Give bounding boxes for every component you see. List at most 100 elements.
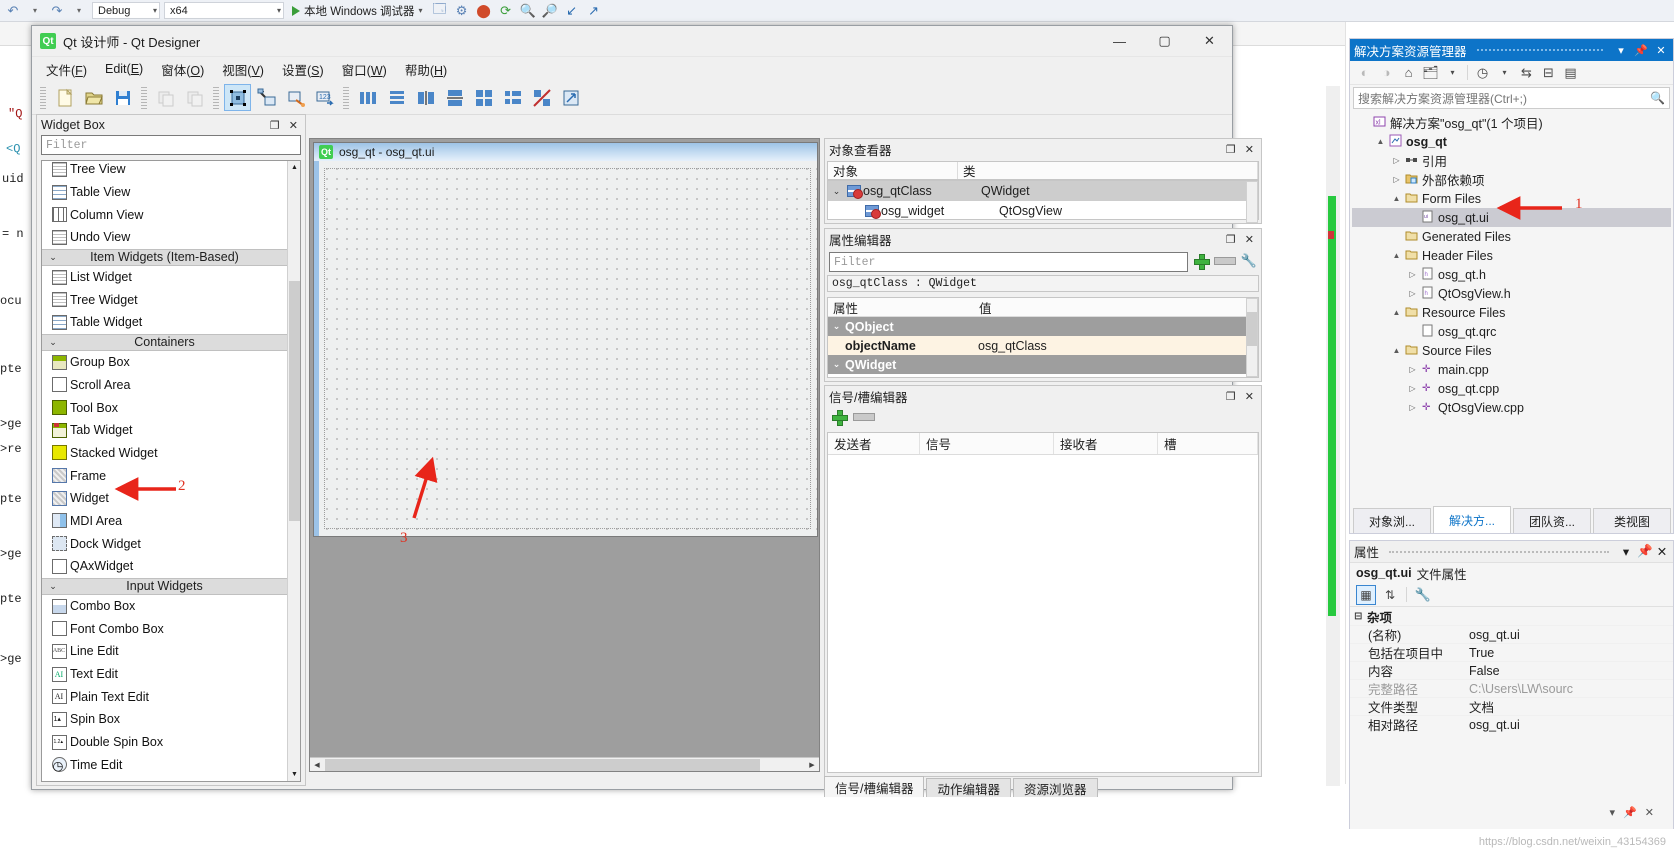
float-icon[interactable]: ❐	[1226, 390, 1236, 403]
platform-combo[interactable]: x64 ▾	[164, 2, 284, 19]
widget-item-undo-view[interactable]: Undo View	[42, 226, 287, 249]
solution-tree-node[interactable]: xl解决方案"osg_qt"(1 个项目)	[1352, 113, 1671, 132]
widget-item-tree-view[interactable]: Tree View	[42, 160, 287, 181]
close-button[interactable]: ✕	[1187, 26, 1232, 57]
chevron-down-icon[interactable]: ▾	[1495, 63, 1514, 82]
scroll-right-icon[interactable]: ▶	[805, 761, 819, 769]
vs-property-row[interactable]: 文件类型文档	[1350, 697, 1673, 715]
solution-tree[interactable]: xl解决方案"osg_qt"(1 个项目)▲osg_qt▷引用▷外部依赖项▲Fo…	[1352, 113, 1671, 503]
adjust-size-icon[interactable]	[557, 84, 584, 111]
object-inspector-row[interactable]: ⌄osg_qtClassQWidget	[828, 181, 1258, 201]
editor-overview-scrollbar[interactable]	[1326, 86, 1340, 786]
solution-tree-node[interactable]: ▷外部依赖项	[1352, 170, 1671, 189]
configure-icon[interactable]: 🔧	[1241, 253, 1257, 269]
close-icon[interactable]: ✕	[1645, 806, 1654, 819]
history-icon[interactable]: ◷	[1473, 63, 1492, 82]
undo-dropdown-icon[interactable]: ▾	[26, 2, 44, 20]
close-icon[interactable]: ✕	[289, 119, 298, 132]
forward-icon[interactable]: ◑	[1377, 63, 1396, 82]
copy-icon[interactable]	[181, 84, 208, 111]
column-header-value[interactable]: 值	[974, 298, 1258, 316]
solution-tree-node[interactable]: ▲Source Files	[1352, 341, 1671, 360]
vs-property-value[interactable]: C:\Users\LW\sourc	[1465, 682, 1673, 696]
scroll-down-icon[interactable]: ▼	[288, 768, 301, 781]
widget-item-column-view[interactable]: Column View	[42, 203, 287, 226]
solution-tab-对象浏...[interactable]: 对象浏...	[1353, 508, 1431, 533]
widget-item-combo-box[interactable]: Combo Box	[42, 595, 287, 618]
vs-property-row[interactable]: 完整路径C:\Users\LW\sourc	[1350, 679, 1673, 697]
properties-group-row[interactable]: ⊟ 杂项	[1350, 607, 1673, 625]
toolbar-grip[interactable]	[343, 87, 349, 109]
menu-设置[interactable]: 设置(S)	[274, 58, 332, 81]
signal-slot-table[interactable]: 发送者 信号 接收者 槽	[827, 432, 1259, 773]
form-design-area[interactable]: Qt osg_qt - osg_qt.ui ◀ ▶	[309, 138, 820, 772]
twisty-icon[interactable]: ▲	[1390, 308, 1403, 317]
column-header-object[interactable]: 对象	[828, 162, 958, 179]
solution-tree-node[interactable]: ▷✛osg_qt.cpp	[1352, 379, 1671, 398]
chevron-down-icon[interactable]: ▾	[1443, 63, 1462, 82]
property-filter-input[interactable]: Filter	[829, 252, 1188, 272]
edit-tab-order-icon[interactable]: 123	[311, 84, 338, 111]
add-property-icon[interactable]	[1193, 253, 1209, 269]
redo-icon[interactable]: ↷	[48, 2, 66, 20]
layout-grid-icon[interactable]	[470, 84, 497, 111]
column-header-receiver[interactable]: 接收者	[1054, 433, 1158, 454]
widget-item-tab-widget[interactable]: Tab Widget	[42, 419, 287, 442]
pin-icon[interactable]: 📌	[1623, 806, 1637, 819]
settings-icon[interactable]: ⚙	[453, 2, 471, 20]
categorized-icon[interactable]: ▦	[1356, 585, 1376, 605]
column-header-class[interactable]: 类	[958, 162, 1258, 179]
close-icon[interactable]: ✕	[1245, 143, 1254, 156]
edit-widgets-icon[interactable]	[224, 84, 251, 111]
close-icon[interactable]: ✕	[1655, 544, 1669, 559]
vs-property-value[interactable]: True	[1465, 646, 1673, 660]
close-icon[interactable]: ✕	[1245, 390, 1254, 403]
solution-tab-解决方...[interactable]: 解决方...	[1433, 506, 1511, 533]
widget-item-qaxwidget[interactable]: QAxWidget	[42, 555, 287, 578]
property-editor-grid[interactable]: 属性 值 ⌄QObjectobjectNameosg_qtClass⌄QWidg…	[827, 297, 1259, 378]
remove-property-icon[interactable]	[1214, 257, 1236, 265]
column-header-property[interactable]: 属性	[828, 298, 974, 316]
break-layout-icon[interactable]	[528, 84, 555, 111]
qt-tab-资源浏览器[interactable]: 资源浏览器	[1013, 778, 1098, 797]
widget-item-list-widget[interactable]: List Widget	[42, 266, 287, 289]
solution-tree-node[interactable]: ▷hQtOsgView.h	[1352, 284, 1671, 303]
expand-icon[interactable]: ⌄	[828, 186, 845, 197]
redo-dropdown-icon[interactable]: ▾	[70, 2, 88, 20]
edit-buddies-icon[interactable]	[282, 84, 309, 111]
configuration-combo[interactable]: Debug ▾	[92, 2, 160, 19]
bug-icon[interactable]: ⬤	[475, 2, 493, 20]
chevron-down-icon[interactable]: ▾	[1619, 544, 1633, 559]
sync-icon[interactable]: ⇆	[1517, 63, 1536, 82]
close-icon[interactable]: ✕	[1245, 233, 1254, 246]
menu-帮助[interactable]: 帮助(H)	[397, 58, 455, 81]
widget-item-stacked-widget[interactable]: Stacked Widget	[42, 442, 287, 465]
object-inspector-tree[interactable]: ⌄osg_qtClassQWidgetosg_widgetQtOsgView	[827, 180, 1259, 220]
solution-tree-node[interactable]: ▷✛QtOsgView.cpp	[1352, 398, 1671, 417]
widget-item-double-spin-box[interactable]: 1.2▴Double Spin Box	[42, 731, 287, 754]
qt-tab-动作编辑器[interactable]: 动作编辑器	[926, 778, 1011, 797]
column-header-slot[interactable]: 槽	[1158, 433, 1258, 454]
vs-property-value[interactable]: osg_qt.ui	[1465, 628, 1673, 642]
attach-icon[interactable]: 🗔	[431, 2, 449, 20]
widget-item-table-view[interactable]: Table View	[42, 181, 287, 204]
save-form-icon[interactable]	[109, 84, 136, 111]
solution-search-input[interactable]: 搜索解决方案资源管理器(Ctrl+;) 🔍	[1353, 87, 1670, 109]
widget-item-widget[interactable]: Widget	[42, 487, 287, 510]
new-form-icon[interactable]	[51, 84, 78, 111]
properties-grid[interactable]: ⊟ 杂项 (名称)osg_qt.ui包括在项目中True内容False完整路径C…	[1350, 607, 1673, 733]
scroll-left-icon[interactable]: ◀	[310, 761, 324, 769]
drag-handle[interactable]	[1477, 49, 1603, 51]
solution-tree-node[interactable]: ▷引用	[1352, 151, 1671, 170]
property-editor-scrollbar[interactable]	[1246, 298, 1258, 377]
widget-item-time-edit[interactable]: ◷Time Edit	[42, 754, 287, 777]
menu-窗体[interactable]: 窗体(O)	[153, 58, 212, 81]
widget-item-tool-box[interactable]: Tool Box	[42, 396, 287, 419]
solution-tree-node[interactable]: ▲Form Files	[1352, 189, 1671, 208]
solution-tree-node[interactable]: osg_qt.qrc	[1352, 322, 1671, 341]
toolbar-grip[interactable]	[141, 87, 147, 109]
form-canvas[interactable]	[314, 161, 817, 536]
solution-tree-node[interactable]: ▷✛main.cpp	[1352, 360, 1671, 379]
back-icon[interactable]: ◐	[1355, 63, 1374, 82]
refresh-icon[interactable]: ⟳	[497, 2, 515, 20]
